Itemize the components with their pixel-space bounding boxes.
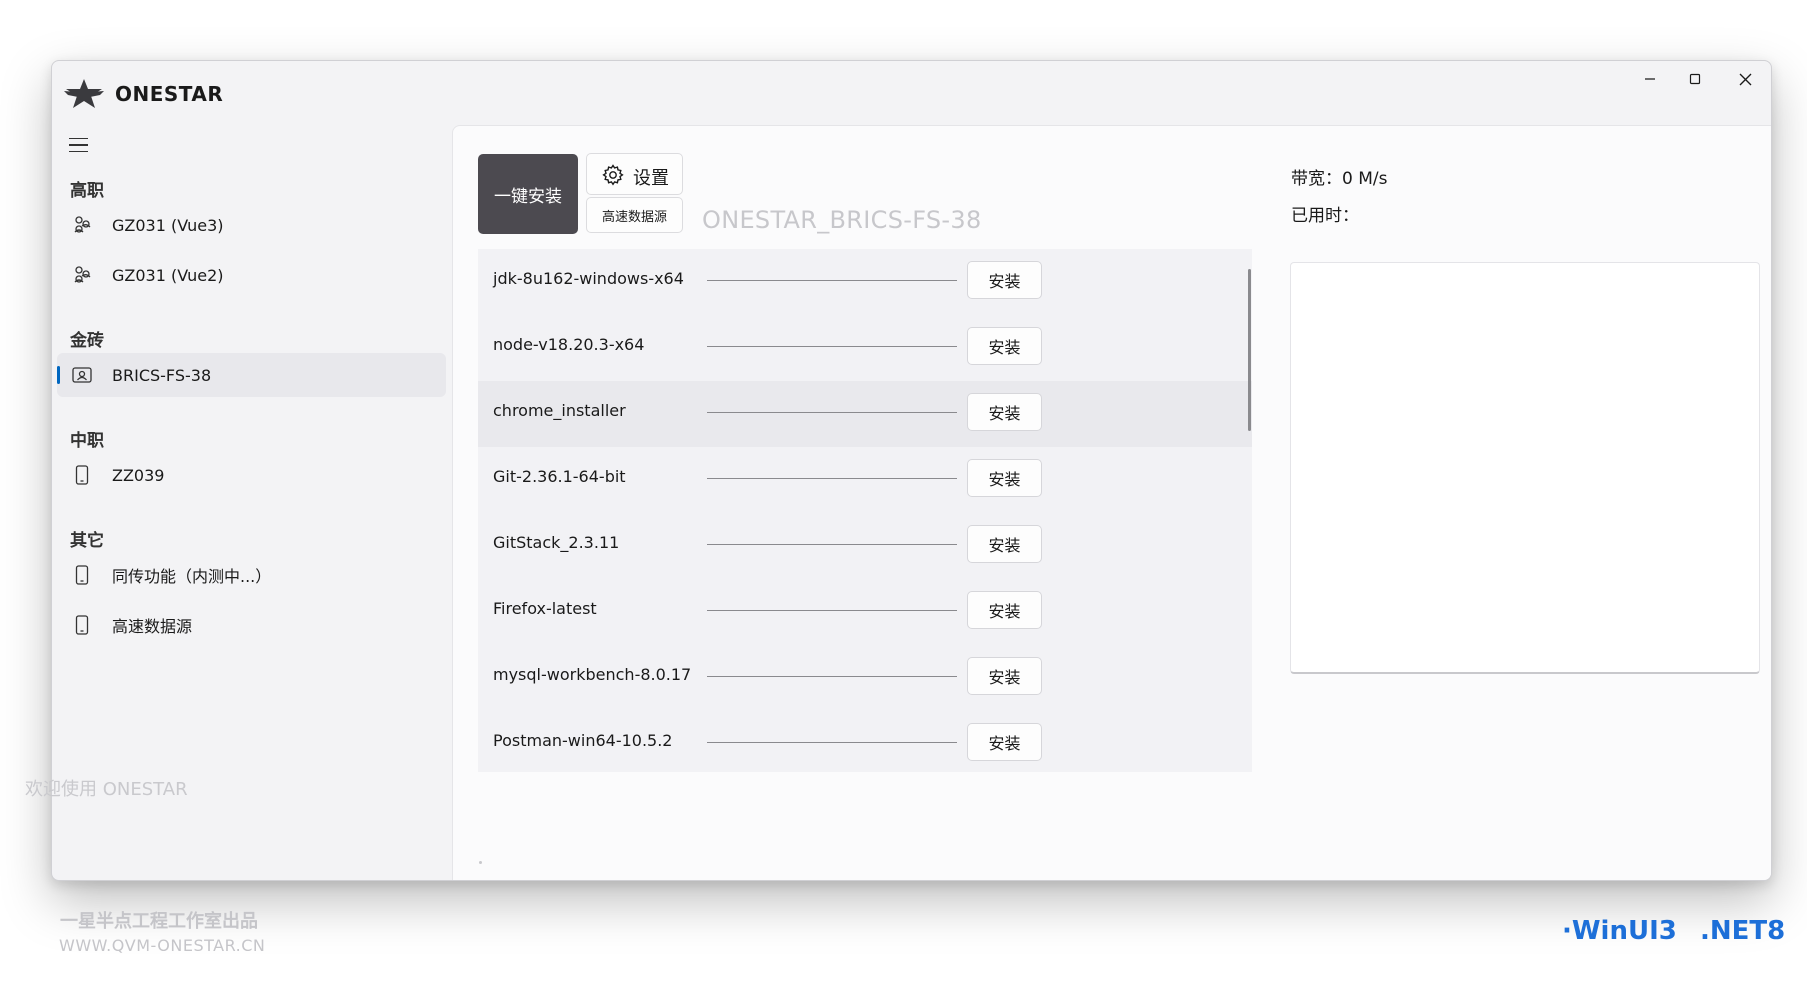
sidebar-item-label: BRICS-FS-38: [112, 365, 212, 385]
package-row: Firefox-latest 安装: [478, 579, 1252, 645]
package-row: Postman-win64-10.5.2 安装: [478, 711, 1252, 772]
package-progress-bar: [707, 544, 957, 545]
install-button[interactable]: 安装: [967, 657, 1042, 695]
phone-icon: [71, 564, 93, 586]
app-title: ONESTAR: [115, 82, 224, 106]
scrollbar[interactable]: [1248, 269, 1251, 431]
sidebar-item-label: GZ031 (Vue2): [112, 265, 224, 285]
id-card-icon: [71, 364, 93, 386]
package-name: node-v18.20.3-x64: [493, 335, 645, 354]
phone-icon: [71, 614, 93, 636]
package-name: chrome_installer: [493, 401, 626, 420]
package-name: Git-2.36.1-64-bit: [493, 467, 626, 486]
install-button[interactable]: 安装: [967, 327, 1042, 365]
install-button[interactable]: 安装: [967, 393, 1042, 431]
package-name: Firefox-latest: [493, 599, 597, 618]
hamburger-menu-icon[interactable]: [69, 133, 93, 157]
sidebar-item-gz031-vue3[interactable]: GZ031 (Vue3): [57, 203, 446, 247]
install-button[interactable]: 安装: [967, 591, 1042, 629]
package-row: GitStack_2.3.11 安装: [478, 513, 1252, 579]
selection-indicator: [57, 366, 60, 384]
sidebar-item-sync[interactable]: 同传功能（内测中...）: [57, 553, 446, 597]
nodes-icon: [71, 264, 93, 286]
nav-header-zhongzhi: 中职: [70, 431, 104, 451]
package-progress-bar: [707, 742, 957, 743]
install-button[interactable]: 安装: [967, 261, 1042, 299]
install-button[interactable]: 安装: [967, 459, 1042, 497]
close-icon: [1739, 73, 1751, 85]
package-progress-bar: [707, 610, 957, 611]
package-progress-bar: [707, 478, 957, 479]
install-button[interactable]: 安装: [967, 525, 1042, 563]
package-name: Postman-win64-10.5.2: [493, 731, 673, 750]
maximize-icon: [1689, 73, 1701, 85]
package-progress-bar: [707, 280, 957, 281]
nodes-icon: [71, 214, 93, 236]
package-row: node-v18.20.3-x64 安装: [478, 315, 1252, 381]
package-list[interactable]: jdk-8u162-windows-x64 安装 node-v18.20.3-x…: [478, 249, 1252, 772]
star-emblem-icon: [64, 79, 104, 108]
divider-dot: [479, 861, 482, 864]
nav-header-qita: 其它: [70, 531, 104, 551]
footer-net-tag: .NET8: [1700, 916, 1786, 946]
package-name: GitStack_2.3.11: [493, 533, 620, 552]
close-button[interactable]: [1717, 61, 1771, 97]
sidebar-item-label: ZZ039: [112, 465, 165, 485]
sidebar-item-datasource[interactable]: 高速数据源: [57, 603, 446, 647]
log-output-box[interactable]: [1290, 262, 1760, 674]
sidebar-item-gz031-vue2[interactable]: GZ031 (Vue2): [57, 253, 446, 297]
bandwidth-label: 带宽：0 M/s: [1291, 169, 1388, 189]
settings-button[interactable]: 设置: [586, 153, 683, 195]
screen: ONESTAR 高职 GZ031 (Vue3) GZ031 (Vue2) 金砖 …: [0, 0, 1807, 987]
navigation-sidebar: 高职 GZ031 (Vue3) GZ031 (Vue2) 金砖 BRICS-FS…: [52, 125, 448, 880]
datasource-button[interactable]: 高速数据源: [586, 197, 683, 233]
package-row: chrome_installer 安装: [478, 381, 1252, 447]
sidebar-item-label: 同传功能（内测中...）: [112, 567, 272, 586]
package-progress-bar: [707, 676, 957, 677]
package-name: jdk-8u162-windows-x64: [493, 269, 684, 288]
sidebar-item-label: 高速数据源: [112, 617, 193, 636]
phone-icon: [71, 464, 93, 486]
footer-url-text: WWW.QVM-ONESTAR.CN: [59, 936, 266, 955]
settings-label: 设置: [633, 168, 669, 189]
sidebar-item-zz039[interactable]: ZZ039: [57, 453, 446, 497]
sidebar-item-brics-fs-38[interactable]: BRICS-FS-38: [57, 353, 446, 397]
footer-studio-text: 一星半点工程工作室出品: [60, 911, 258, 932]
package-progress-bar: [707, 412, 957, 413]
package-row: mysql-workbench-8.0.17 安装: [478, 645, 1252, 711]
welcome-text: 欢迎使用 ONESTAR: [25, 779, 188, 800]
package-row: Git-2.36.1-64-bit 安装: [478, 447, 1252, 513]
install-all-button[interactable]: 一键安装: [478, 154, 578, 234]
package-name: mysql-workbench-8.0.17: [493, 665, 692, 684]
nav-header-jinzhuan: 金砖: [70, 331, 104, 351]
nav-header-gaozhi: 高职: [70, 181, 104, 201]
footer-winui-tag: ·WinUI3: [1562, 916, 1677, 946]
install-button[interactable]: 安装: [967, 723, 1042, 761]
package-progress-bar: [707, 346, 957, 347]
gear-icon: [602, 164, 624, 186]
maximize-button[interactable]: [1667, 61, 1723, 97]
title-bar[interactable]: ONESTAR: [52, 61, 1771, 125]
target-label: ONESTAR_BRICS-FS-38: [702, 206, 982, 234]
minimize-icon: [1645, 78, 1655, 80]
sidebar-item-label: GZ031 (Vue3): [112, 215, 224, 235]
elapsed-time-label: 已用时：: [1291, 206, 1359, 226]
package-row: jdk-8u162-windows-x64 安装: [478, 249, 1252, 315]
